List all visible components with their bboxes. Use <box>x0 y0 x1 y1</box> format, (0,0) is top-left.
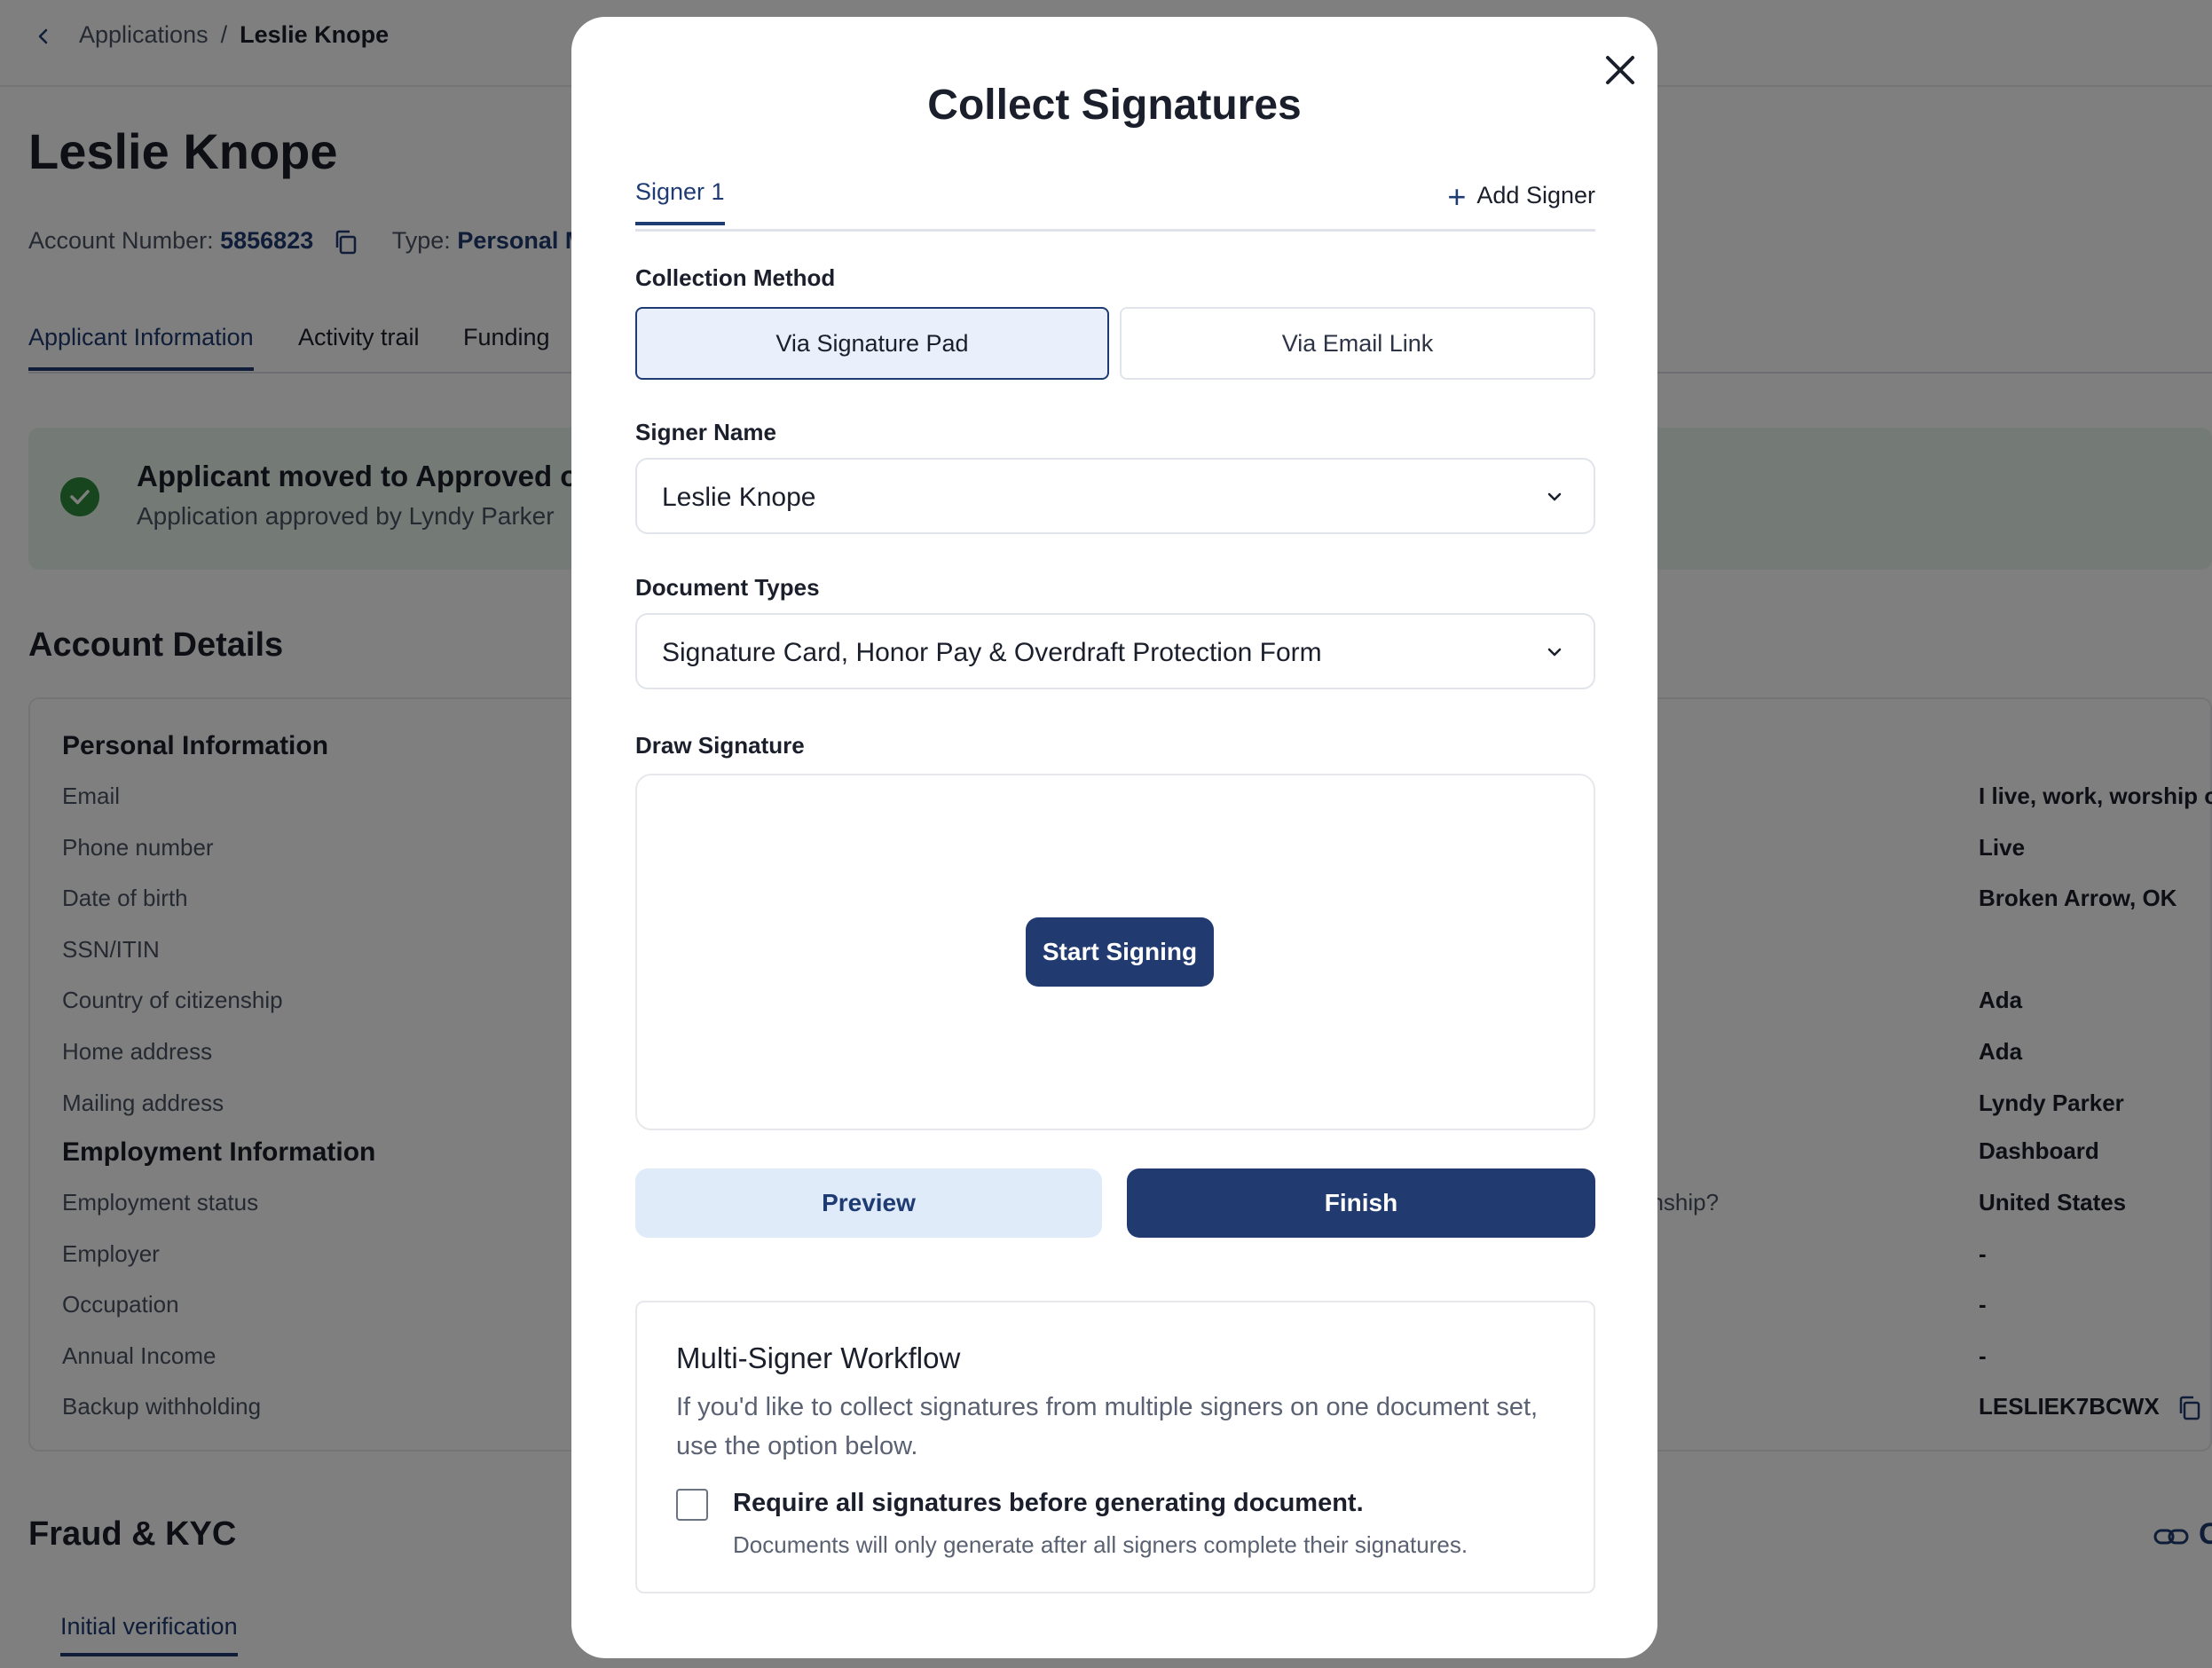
preview-button[interactable]: Preview <box>635 1168 1102 1238</box>
draw-signature-label: Draw Signature <box>635 732 805 759</box>
multi-signer-workflow-panel: Multi-Signer Workflow If you'd like to c… <box>635 1301 1595 1593</box>
finish-button[interactable]: Finish <box>1127 1168 1595 1238</box>
chevron-down-icon <box>1547 648 1562 657</box>
document-types-select[interactable]: Signature Card, Honor Pay & Overdraft Pr… <box>635 613 1595 689</box>
signer-name-select[interactable]: Leslie Knope <box>635 458 1595 534</box>
add-signer-label: Add Signer <box>1476 182 1595 208</box>
via-signature-pad-option[interactable]: Via Signature Pad <box>635 307 1109 380</box>
collection-method-label: Collection Method <box>635 264 836 291</box>
document-types-label: Document Types <box>635 574 820 601</box>
require-all-signatures-checkbox[interactable] <box>676 1489 708 1521</box>
signature-pad[interactable]: Start Signing <box>635 774 1595 1130</box>
tab-signer-1[interactable]: Signer 1 <box>635 178 725 225</box>
via-email-link-option[interactable]: Via Email Link <box>1120 307 1595 380</box>
require-all-signatures-help: Documents will only generate after all s… <box>733 1531 1468 1558</box>
multi-signer-title: Multi-Signer Workflow <box>676 1341 961 1374</box>
plus-icon: + <box>1447 178 1467 215</box>
start-signing-button[interactable]: Start Signing <box>1026 917 1214 987</box>
signer-name-label: Signer Name <box>635 419 776 445</box>
signer-name-value: Leslie Knope <box>662 483 816 512</box>
require-all-signatures-label[interactable]: Require all signatures before generating… <box>733 1489 1364 1518</box>
collect-signatures-modal: Collect Signatures Signer 1 + Add Signer … <box>571 17 1657 1658</box>
multi-signer-description: If you'd like to collect signatures from… <box>676 1393 1539 1460</box>
modal-title: Collect Signatures <box>927 82 1302 129</box>
signer-tabs: Signer 1 + Add Signer <box>635 178 1595 232</box>
add-signer-button[interactable]: + Add Signer <box>1447 178 1595 216</box>
document-types-value: Signature Card, Honor Pay & Overdraft Pr… <box>662 638 1322 667</box>
chevron-down-icon <box>1547 492 1562 501</box>
